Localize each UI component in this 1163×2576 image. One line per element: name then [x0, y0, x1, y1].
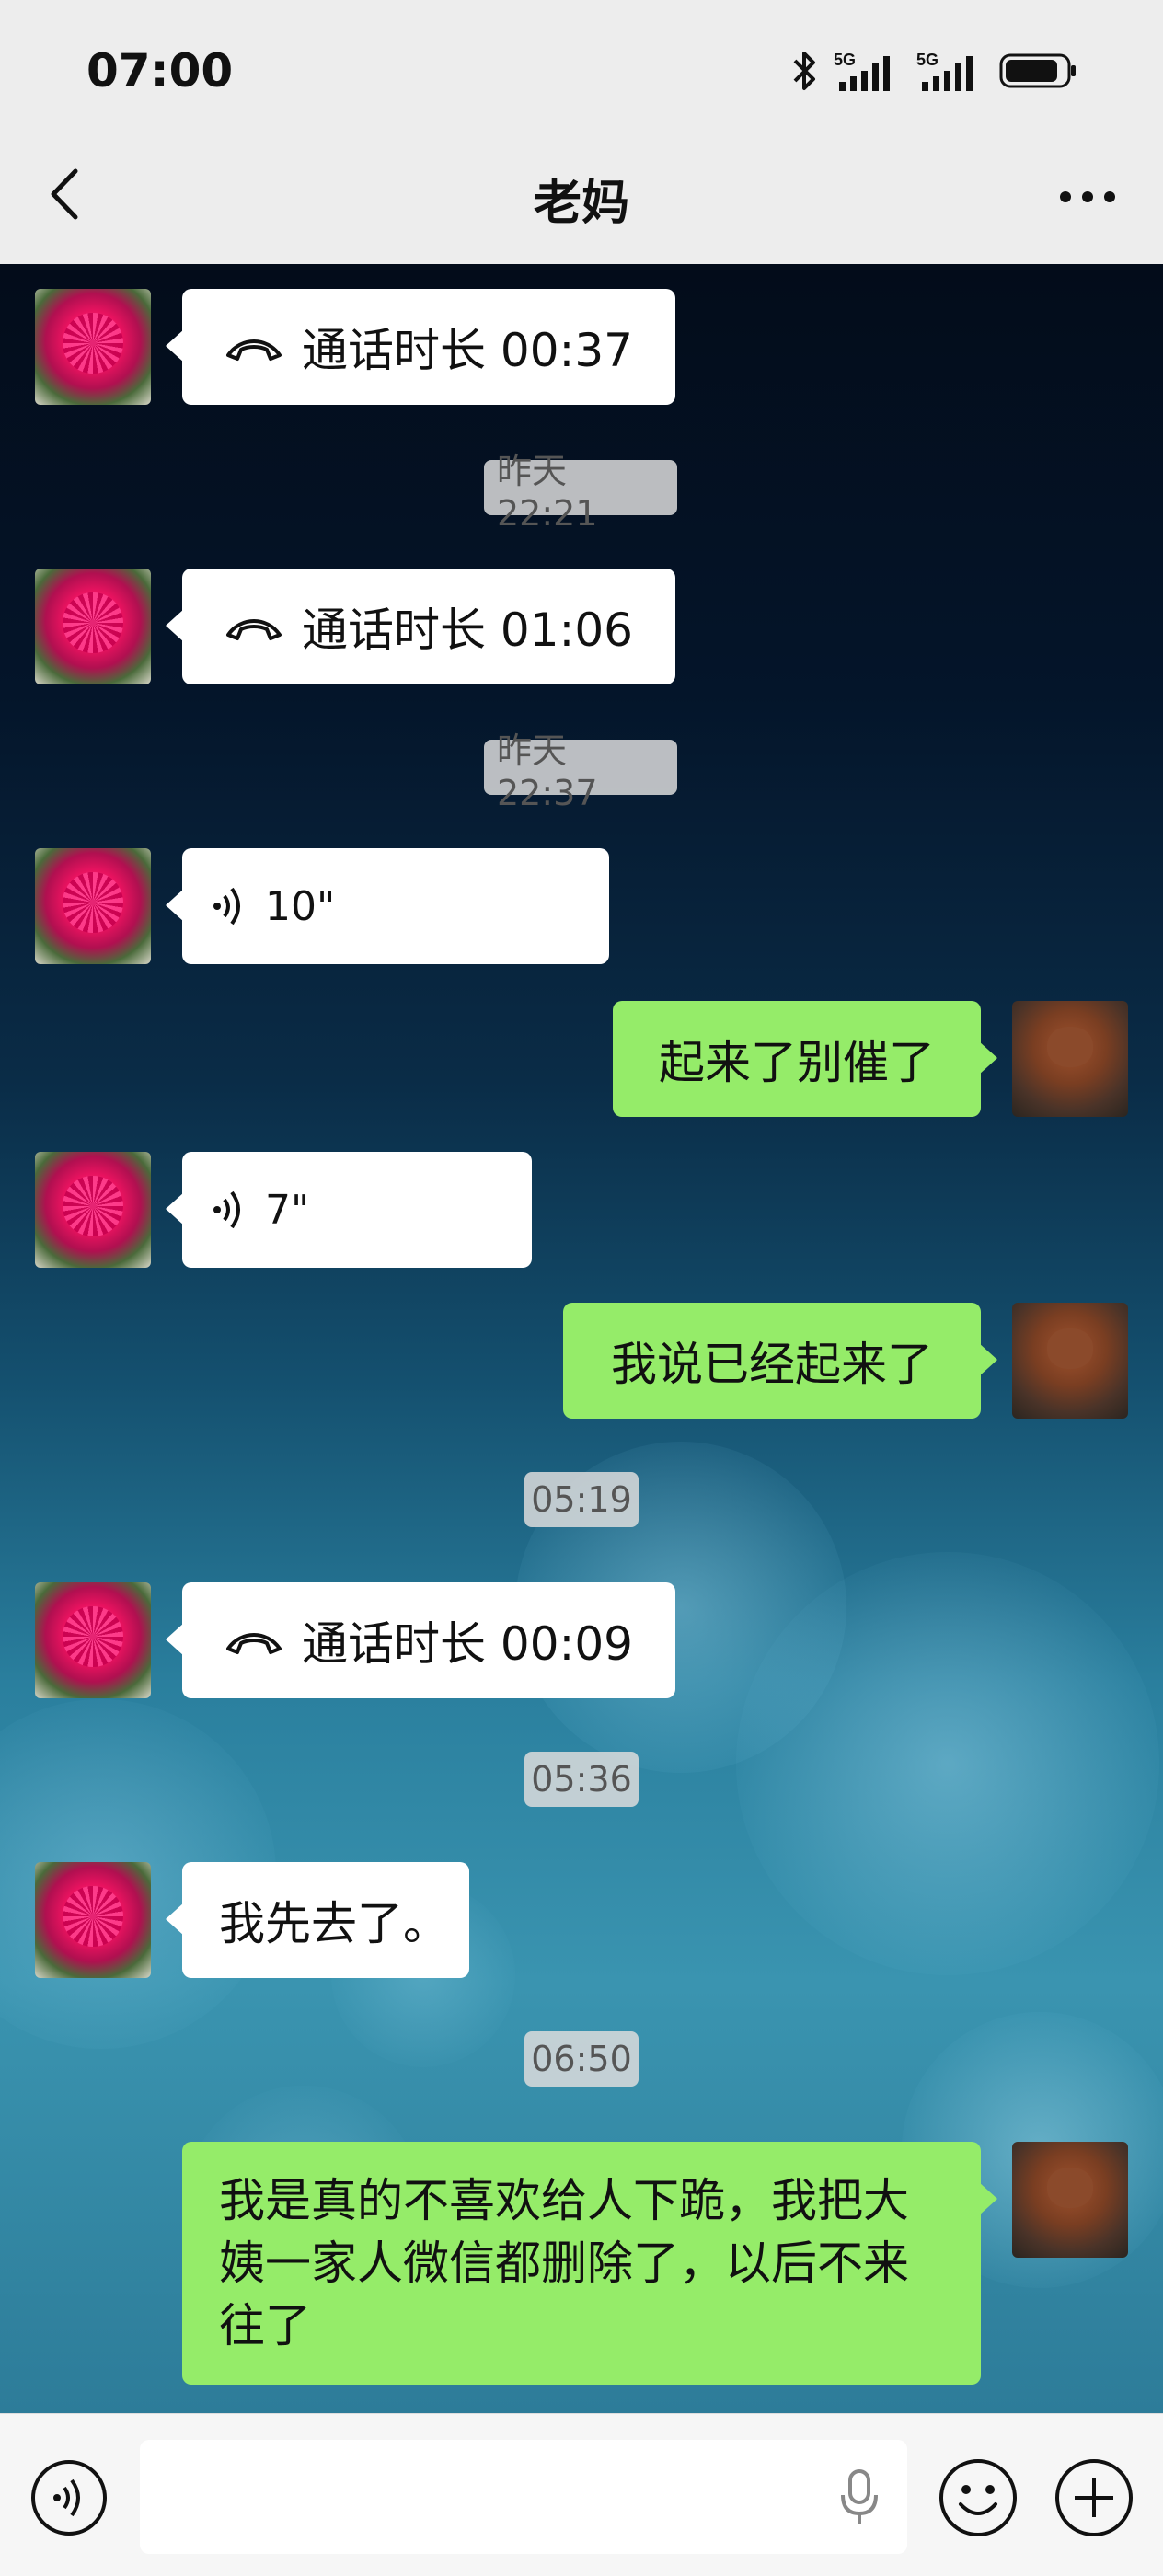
voice-message-bubble[interactable]: 10" — [166, 848, 609, 964]
avatar-mom[interactable] — [35, 848, 151, 964]
voice-message-bubble[interactable]: 7" — [166, 1152, 532, 1268]
call-record-bubble[interactable]: 通话时长 01:06 — [166, 569, 675, 684]
time-stamp: 05:19 — [524, 1472, 639, 1527]
avatar-mom[interactable] — [35, 1862, 151, 1978]
chat-title: 老妈 — [533, 176, 629, 231]
signal-icon: 5G — [834, 51, 890, 91]
phone-hangup-icon — [226, 619, 282, 640]
call-duration-text: 通话时长 01:06 — [302, 604, 633, 657]
input-bar — [0, 2413, 1163, 2576]
call-record-bubble[interactable]: 通话时长 00:37 — [166, 289, 675, 405]
message-input[interactable] — [140, 2440, 907, 2554]
avatar-me[interactable] — [1012, 1001, 1128, 1117]
message-text: 我说已经起来了 — [611, 1338, 933, 1391]
avatar-mom[interactable] — [35, 289, 151, 405]
status-icons: 5G 5G — [789, 48, 1078, 94]
call-record-bubble[interactable]: 通话时长 00:09 — [166, 1582, 675, 1698]
time-stamp: 昨天 22:21 — [484, 451, 677, 534]
my-text-bubble[interactable]: 起来了别催了 — [613, 1001, 997, 1117]
text-bubble[interactable]: 我先去了。 — [166, 1862, 469, 1978]
message-text: 我先去了。 — [219, 1897, 449, 1950]
bluetooth-icon — [793, 52, 815, 90]
emoji-icon[interactable] — [937, 2456, 1019, 2539]
voice-duration: 10" — [265, 882, 336, 930]
voice-wave-icon — [213, 887, 240, 926]
time-stamp: 06:50 — [524, 2031, 639, 2087]
voice-wave-icon — [213, 1190, 240, 1229]
call-duration-text: 通话时长 00:37 — [302, 324, 633, 377]
microphone-icon[interactable] — [839, 2467, 880, 2528]
my-text-bubble[interactable]: 我是真的不喜欢给人下跪，我把大姨一家人微信都删除了，以后不来往了 — [182, 2142, 997, 2385]
avatar-mom[interactable] — [35, 1582, 151, 1698]
avatar-me[interactable] — [1012, 1303, 1128, 1419]
avatar-mom[interactable] — [35, 569, 151, 684]
status-time: 07:00 — [86, 44, 234, 98]
avatar-me[interactable] — [1012, 2142, 1128, 2258]
avatar-mom[interactable] — [35, 1152, 151, 1268]
time-stamp: 05:36 — [524, 1752, 639, 1807]
svg-text:5G: 5G — [916, 51, 938, 69]
battery-icon — [999, 53, 1076, 88]
signal-icon-2: 5G — [916, 51, 973, 91]
phone-hangup-icon — [226, 1633, 282, 1654]
voice-duration: 7" — [265, 1186, 310, 1234]
message-text: 起来了别催了 — [659, 1036, 935, 1089]
plus-icon[interactable] — [1053, 2456, 1135, 2539]
voice-input-icon[interactable] — [29, 2458, 109, 2537]
message-text: 我是真的不喜欢给人下跪，我把大姨一家人微信都删除了，以后不来往了 — [219, 2174, 909, 2352]
svg-text:5G: 5G — [834, 51, 856, 69]
phone-hangup-icon — [226, 339, 282, 361]
top-bar: 07:00 5G 5G 老妈 — [0, 0, 1163, 264]
more-dots-icon[interactable] — [1058, 175, 1117, 219]
call-duration-text: 通话时长 00:09 — [302, 1617, 633, 1671]
time-stamp: 昨天 22:37 — [484, 730, 677, 813]
my-text-bubble[interactable]: 我说已经起来了 — [563, 1303, 997, 1419]
